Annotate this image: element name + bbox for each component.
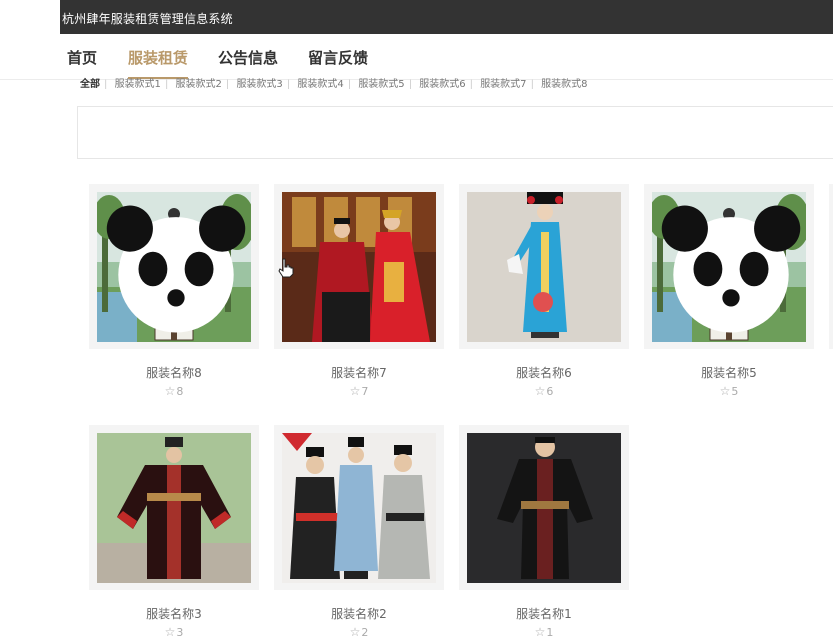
star-outline-icon: ☆ (534, 625, 546, 639)
product-image (282, 433, 436, 583)
product-image (467, 433, 621, 583)
product-likes: ☆5 (719, 384, 739, 398)
system-title: 杭州肆年服装租赁管理信息系统 (62, 12, 233, 26)
product-name[interactable]: 服装名称5 (644, 364, 814, 381)
product-image (282, 192, 436, 342)
panda-logo-icon (106, 205, 246, 333)
nav-announcements[interactable]: 公告信息 (218, 47, 278, 68)
top-bar: 杭州肆年服装租赁管理信息系统 (0, 0, 833, 34)
panda-logo-icon (661, 205, 801, 333)
filter-style-5[interactable]: 服装款式5 (354, 75, 408, 89)
product-image (97, 192, 251, 342)
filter-style-3[interactable]: 服装款式3 (232, 75, 286, 89)
filter-all[interactable]: 全部 (80, 75, 104, 89)
product-name[interactable]: 服装名称1 (459, 605, 629, 622)
main-nav: 首页 服装租赁 公告信息 留言反馈 (0, 34, 833, 80)
nav-home[interactable]: 首页 (67, 47, 97, 68)
product-card[interactable] (89, 425, 259, 590)
category-filter-bar: 全部 | 服装款式1 | 服装款式2 | 服装款式3 | 服装款式4 | 服装款式5 | 服… (80, 75, 592, 89)
product-card[interactable] (274, 425, 444, 590)
star-outline-icon: ☆ (164, 384, 176, 398)
star-outline-icon: ☆ (719, 384, 731, 398)
filter-style-1[interactable]: 服装款式1 (111, 75, 165, 89)
product-name[interactable]: 服装名称8 (89, 364, 259, 381)
star-outline-icon: ☆ (349, 384, 361, 398)
product-card[interactable] (89, 184, 259, 349)
filter-style-6[interactable]: 服装款式6 (415, 75, 469, 89)
product-likes: ☆6 (534, 384, 554, 398)
filter-style-7[interactable]: 服装款式7 (476, 75, 530, 89)
product-name[interactable]: 服装名称3 (89, 605, 259, 622)
product-likes: ☆7 (349, 384, 369, 398)
product-image (652, 192, 806, 342)
search-panel[interactable] (77, 106, 833, 159)
nav-feedback[interactable]: 留言反馈 (308, 47, 368, 68)
hand-cursor-icon (278, 258, 294, 278)
product-name[interactable]: 服装名称2 (274, 605, 444, 622)
product-name[interactable]: 服装名称7 (274, 364, 444, 381)
nav-clothing-rental[interactable]: 服装租赁 (128, 47, 189, 79)
star-outline-icon: ☆ (164, 625, 176, 639)
product-likes: ☆3 (164, 625, 184, 639)
product-card-partial[interactable] (829, 184, 833, 349)
filter-style-8[interactable]: 服装款式8 (537, 75, 591, 89)
product-card[interactable] (459, 184, 629, 349)
product-likes: ☆2 (349, 625, 369, 639)
filter-style-2[interactable]: 服装款式2 (172, 75, 226, 89)
product-image (467, 192, 621, 342)
product-card[interactable] (459, 425, 629, 590)
product-card[interactable] (274, 184, 444, 349)
top-bar-left-strip (0, 0, 60, 34)
filter-style-4[interactable]: 服装款式4 (293, 75, 347, 89)
product-image (97, 433, 251, 583)
product-likes: ☆8 (164, 384, 184, 398)
product-name[interactable]: 服装名称6 (459, 364, 629, 381)
star-outline-icon: ☆ (349, 625, 361, 639)
star-outline-icon: ☆ (534, 384, 546, 398)
product-likes: ☆1 (534, 625, 554, 639)
product-card[interactable] (644, 184, 814, 349)
